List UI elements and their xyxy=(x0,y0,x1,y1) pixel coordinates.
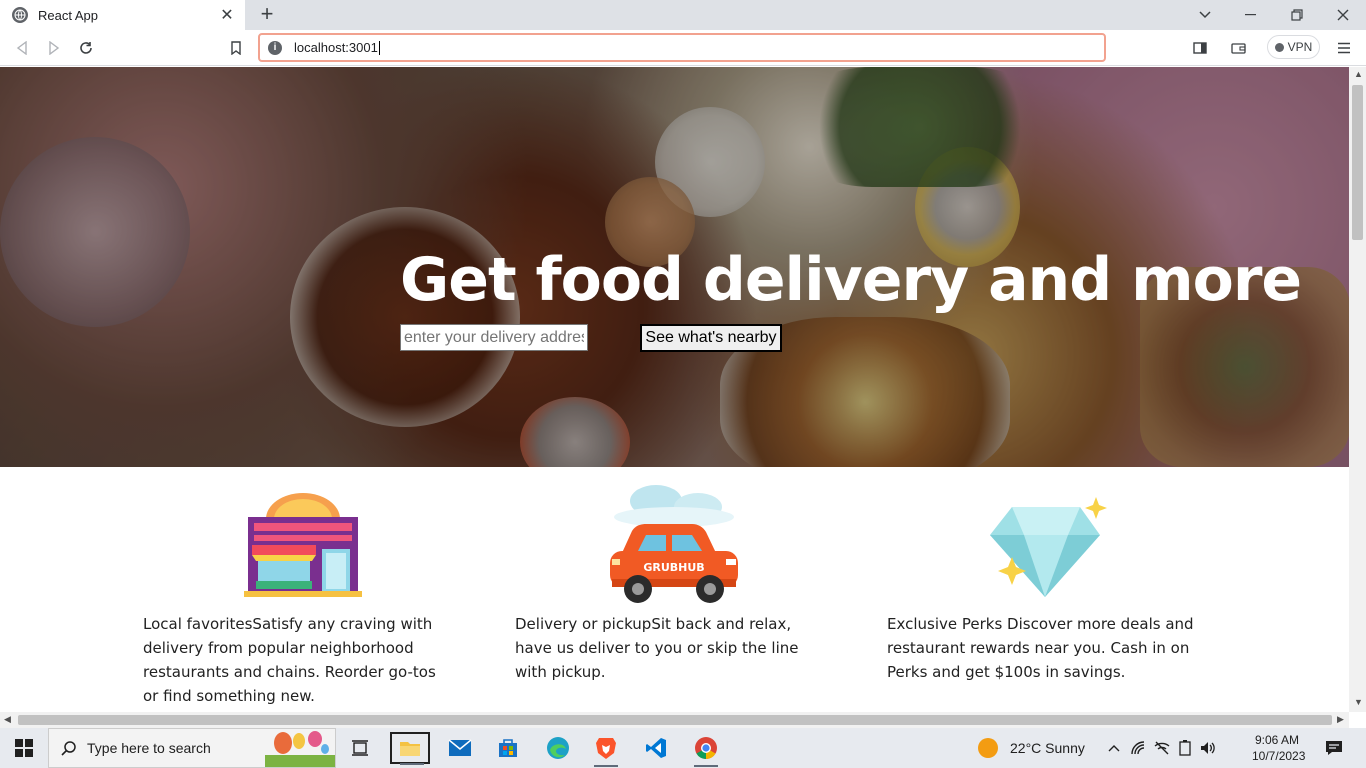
close-window-button[interactable] xyxy=(1320,0,1366,30)
search-icon xyxy=(61,741,76,756)
scroll-up-icon[interactable]: ▲ xyxy=(1354,69,1363,79)
delivery-address-input[interactable] xyxy=(400,324,588,351)
microsoft-store-icon[interactable] xyxy=(488,732,528,764)
page-viewport: Get food delivery and more See what's ne… xyxy=(0,67,1349,712)
vertical-scrollbar[interactable]: ▲ ▼ xyxy=(1349,67,1366,712)
feature-text: Delivery or pickupSit back and relax, ha… xyxy=(515,615,799,681)
vertical-scroll-thumb[interactable] xyxy=(1352,85,1363,240)
scroll-right-icon[interactable]: ▶ xyxy=(1337,714,1344,725)
mail-icon[interactable] xyxy=(440,732,480,764)
horizontal-scrollbar[interactable]: ◀ ▶ xyxy=(0,712,1349,728)
back-icon[interactable] xyxy=(12,38,32,58)
text-caret xyxy=(378,40,380,55)
battery-icon[interactable] xyxy=(1178,740,1192,756)
vpn-status-icon xyxy=(1274,42,1284,52)
browser-toolbar: i localhost:3001 VPN xyxy=(0,30,1366,66)
clock-time: 9:06 AM xyxy=(1254,733,1300,747)
close-tab-icon[interactable]: ✕ xyxy=(219,7,235,24)
url-text: localhost:3001 xyxy=(294,40,378,55)
vpn-label: VPN xyxy=(1287,40,1313,54)
scroll-down-icon[interactable]: ▼ xyxy=(1354,697,1363,707)
weather-widget[interactable]: 22°C Sunny xyxy=(978,728,1085,768)
edge-icon[interactable] xyxy=(538,732,578,764)
volume-icon[interactable] xyxy=(1200,740,1216,756)
storefront-icon xyxy=(244,493,362,597)
see-whats-nearby-button[interactable]: See what's nearby xyxy=(640,324,782,352)
forward-icon[interactable] xyxy=(44,38,64,58)
site-info-icon[interactable]: i xyxy=(268,40,282,55)
new-tab-button[interactable]: + xyxy=(256,3,278,26)
taskbar-search-box[interactable]: Type here to search xyxy=(48,728,336,768)
reload-icon[interactable] xyxy=(76,38,96,58)
bookmark-icon[interactable] xyxy=(226,38,246,58)
globe-icon xyxy=(12,7,28,23)
file-explorer-icon[interactable] xyxy=(390,732,430,765)
grubhub-car-icon: GRUBHUB xyxy=(610,485,738,603)
task-view-icon[interactable] xyxy=(340,732,380,764)
network-off-icon[interactable] xyxy=(1154,740,1170,756)
hero-banner: Get food delivery and more See what's ne… xyxy=(0,67,1349,467)
system-tray xyxy=(1108,728,1216,768)
wifi-icon[interactable] xyxy=(1130,740,1146,756)
search-placeholder: Type here to search xyxy=(87,740,211,756)
show-hidden-icons-chevron-icon[interactable] xyxy=(1108,744,1120,752)
horizontal-scroll-thumb[interactable] xyxy=(18,715,1332,725)
windows-taskbar: Type here to search 22°C Sunny 9:06 AM 1… xyxy=(0,728,1366,768)
vscode-icon[interactable] xyxy=(636,732,676,764)
minimize-button[interactable] xyxy=(1228,0,1274,30)
weather-text: 22°C Sunny xyxy=(1010,740,1085,756)
sidebar-icon[interactable] xyxy=(1190,38,1210,58)
sun-icon xyxy=(978,738,998,758)
search-highlight-balloons-icon xyxy=(265,731,335,767)
diamond-icon xyxy=(990,497,1107,597)
browser-tab-strip: React App ✕ + xyxy=(0,0,1366,30)
notifications-icon[interactable] xyxy=(1314,732,1354,764)
address-bar[interactable]: i localhost:3001 xyxy=(258,33,1106,62)
chrome-icon[interactable] xyxy=(686,732,726,767)
taskbar-clock[interactable]: 9:06 AM 10/7/2023 xyxy=(1252,732,1306,764)
car-brand-label: GRUBHUB xyxy=(643,561,704,574)
tab-title: React App xyxy=(38,7,98,23)
menu-icon[interactable] xyxy=(1334,38,1354,58)
tab-search-chevron-icon[interactable] xyxy=(1182,0,1228,30)
wallet-icon[interactable] xyxy=(1228,38,1248,58)
vpn-button[interactable]: VPN xyxy=(1267,35,1320,59)
clock-date: 10/7/2023 xyxy=(1252,749,1306,763)
windows-start-icon[interactable] xyxy=(0,728,48,768)
feature-text: Local favoritesSatisfy any craving with … xyxy=(143,615,436,705)
brave-browser-icon[interactable] xyxy=(586,732,626,767)
browser-tab[interactable]: React App ✕ xyxy=(0,0,245,30)
scroll-left-icon[interactable]: ◀ xyxy=(4,714,11,725)
restore-button[interactable] xyxy=(1274,0,1320,30)
feature-text: Exclusive Perks Discover more deals and … xyxy=(887,615,1194,681)
hero-title: Get food delivery and more xyxy=(400,245,1302,315)
